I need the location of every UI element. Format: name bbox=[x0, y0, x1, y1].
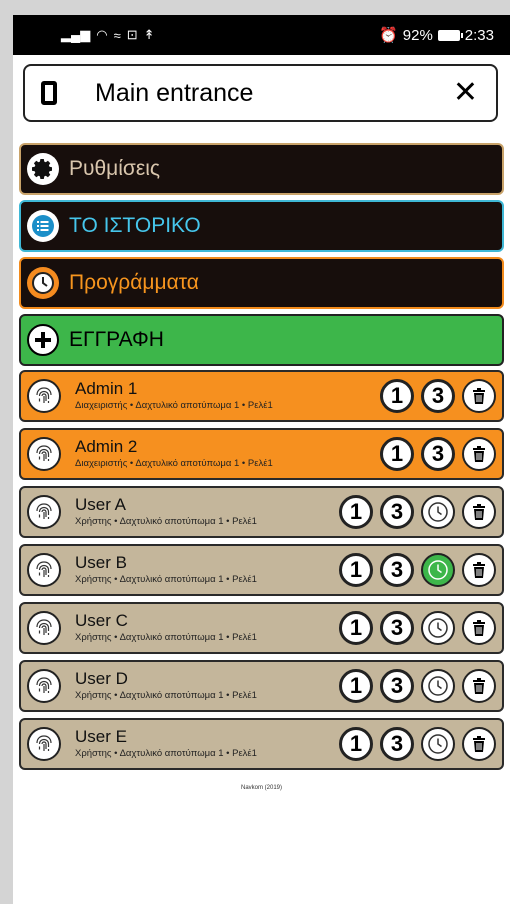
close-button[interactable]: ✕ bbox=[453, 78, 478, 108]
footer-credit: Navkom (2019) bbox=[240, 785, 282, 791]
user-actions: 13 bbox=[339, 495, 496, 529]
user-row[interactable]: Admin 2 Διαχειριστής • Δαχτυλικό αποτύπωμ… bbox=[19, 428, 504, 480]
button-1[interactable]: 1 bbox=[380, 437, 414, 471]
list-icon bbox=[27, 210, 59, 242]
phone-screen: ▂▄▆ ◠ ≈ ⊡ ↟ ⏰ 92% 2:33 Main entrance ✕ Ρ… bbox=[13, 15, 510, 904]
user-row[interactable]: User D Χρήστης • Δαχτυλικό αποτύπωμα 1 • … bbox=[19, 660, 504, 712]
button-1[interactable]: 1 bbox=[380, 379, 414, 413]
signal-icon: ▂▄▆ bbox=[61, 27, 91, 42]
button-3[interactable]: 3 bbox=[380, 669, 414, 703]
settings-label: Ρυθμίσεις bbox=[69, 157, 161, 180]
user-name: User D bbox=[75, 669, 128, 688]
user-info: User E Χρήστης • Δαχτυλικό αποτύπωμα 1 • … bbox=[75, 727, 339, 761]
schedule-clock-icon[interactable] bbox=[421, 495, 455, 529]
button-3[interactable]: 3 bbox=[421, 437, 455, 471]
schedule-clock-icon[interactable] bbox=[421, 669, 455, 703]
trash-icon[interactable] bbox=[462, 495, 496, 529]
user-info: User A Χρήστης • Δαχτυλικό αποτύπωμα 1 • … bbox=[75, 495, 339, 529]
user-name: User A bbox=[75, 495, 127, 514]
schedule-clock-icon[interactable] bbox=[421, 727, 455, 761]
fingerprint-icon bbox=[27, 727, 61, 761]
button-3[interactable]: 3 bbox=[380, 553, 414, 587]
user-info: User D Χρήστης • Δαχτυλικό αποτύπωμα 1 • … bbox=[75, 669, 339, 703]
user-name: Admin 1 bbox=[75, 379, 138, 398]
wifi-icon: ◠ bbox=[96, 27, 108, 42]
user-details: Χρήστης • Δαχτυλικό αποτύπωμα 1 • Ρελέ1 bbox=[75, 516, 257, 527]
status-icons: ▂▄▆ ◠ ≈ ⊡ ↟ bbox=[61, 27, 155, 43]
plus-icon bbox=[27, 324, 59, 356]
clock-icon bbox=[27, 267, 59, 299]
fingerprint-icon bbox=[27, 437, 61, 471]
trash-icon[interactable] bbox=[462, 727, 496, 761]
fingerprint-icon bbox=[27, 553, 61, 587]
button-1[interactable]: 1 bbox=[339, 553, 373, 587]
user-info: User C Χρήστης • Δαχτυλικό αποτύπωμα 1 • … bbox=[75, 611, 339, 645]
button-1[interactable]: 1 bbox=[339, 495, 373, 529]
car-icon: ⊡ bbox=[126, 27, 138, 42]
user-row[interactable]: User B Χρήστης • Δαχτυλικό αποτύπωμα 1 • … bbox=[19, 544, 504, 596]
trash-icon[interactable] bbox=[462, 611, 496, 645]
button-1[interactable]: 1 bbox=[339, 611, 373, 645]
schedule-clock-icon[interactable] bbox=[421, 553, 455, 587]
trash-icon[interactable] bbox=[462, 669, 496, 703]
settings-button[interactable]: Ρυθμίσεις bbox=[19, 143, 504, 195]
history-label: ΤΟ ΙΣΤΟΡΙΚΟ bbox=[69, 214, 201, 237]
button-3[interactable]: 3 bbox=[380, 495, 414, 529]
trash-icon[interactable] bbox=[462, 553, 496, 587]
user-actions: 13 bbox=[339, 727, 496, 761]
schedule-clock-icon[interactable] bbox=[421, 611, 455, 645]
button-3[interactable]: 3 bbox=[380, 727, 414, 761]
user-details: Χρήστης • Δαχτυλικό αποτύπωμα 1 • Ρελέ1 bbox=[75, 690, 257, 701]
user-name: User E bbox=[75, 727, 127, 746]
sync-icon: ≈ bbox=[113, 27, 121, 43]
user-row[interactable]: User A Χρήστης • Δαχτυλικό αποτύπωμα 1 • … bbox=[19, 486, 504, 538]
user-row[interactable]: User C Χρήστης • Δαχτυλικό αποτύπωμα 1 • … bbox=[19, 602, 504, 654]
user-details: Χρήστης • Δαχτυλικό αποτύπωμα 1 • Ρελέ1 bbox=[75, 748, 257, 759]
page-title: Main entrance bbox=[95, 78, 254, 107]
status-bar: ▂▄▆ ◠ ≈ ⊡ ↟ ⏰ 92% 2:33 bbox=[13, 15, 510, 55]
user-details: Διαχειριστής • Δαχτυλικό αποτύπωμα 1 • Ρ… bbox=[75, 400, 273, 411]
trash-icon[interactable] bbox=[462, 379, 496, 413]
user-details: Χρήστης • Δαχτυλικό αποτύπωμα 1 • Ρελέ1 bbox=[75, 632, 257, 643]
button-3[interactable]: 3 bbox=[421, 379, 455, 413]
trash-icon[interactable] bbox=[462, 437, 496, 471]
user-info: Admin 2 Διαχειριστής • Δαχτυλικό αποτύπωμ… bbox=[75, 437, 380, 471]
user-actions: 13 bbox=[339, 669, 496, 703]
user-row[interactable]: User E Χρήστης • Δαχτυλικό αποτύπωμα 1 • … bbox=[19, 718, 504, 770]
fingerprint-icon bbox=[27, 379, 61, 413]
history-button[interactable]: ΤΟ ΙΣΤΟΡΙΚΟ bbox=[19, 200, 504, 252]
user-details: Χρήστης • Δαχτυλικό αποτύπωμα 1 • Ρελέ1 bbox=[75, 574, 257, 585]
user-actions: 13 bbox=[380, 437, 496, 471]
fingerprint-icon bbox=[27, 611, 61, 645]
fingerprint-icon bbox=[27, 495, 61, 529]
user-info: Admin 1 Διαχειριστής • Δαχτυλικό αποτύπωμ… bbox=[75, 379, 380, 413]
user-details: Διαχειριστής • Δαχτυλικό αποτύπωμα 1 • Ρ… bbox=[75, 458, 273, 469]
user-name: User B bbox=[75, 553, 127, 572]
fingerprint-icon bbox=[27, 669, 61, 703]
programs-label: Προγράμματα bbox=[69, 271, 199, 294]
programs-button[interactable]: Προγράμματα bbox=[19, 257, 504, 309]
battery-icon bbox=[437, 29, 463, 41]
user-name: Admin 2 bbox=[75, 437, 138, 456]
button-1[interactable]: 1 bbox=[339, 669, 373, 703]
title-bar: Main entrance ✕ bbox=[23, 64, 498, 122]
register-label: ΕΓΓΡΑΦΗ bbox=[69, 328, 164, 351]
user-actions: 13 bbox=[380, 379, 496, 413]
antenna-icon: ↟ bbox=[143, 27, 155, 42]
register-button[interactable]: ΕΓΓΡΑΦΗ bbox=[19, 314, 504, 366]
user-actions: 13 bbox=[339, 553, 496, 587]
battery-percent: 92% bbox=[402, 26, 433, 44]
gear-icon bbox=[27, 153, 59, 185]
user-actions: 13 bbox=[339, 611, 496, 645]
alarm-icon: ⏰ bbox=[379, 27, 398, 44]
button-3[interactable]: 3 bbox=[380, 611, 414, 645]
button-1[interactable]: 1 bbox=[339, 727, 373, 761]
user-name: User C bbox=[75, 611, 128, 630]
user-info: User B Χρήστης • Δαχτυλικό αποτύπωμα 1 • … bbox=[75, 553, 339, 587]
clock: 2:33 bbox=[464, 26, 494, 44]
user-row[interactable]: Admin 1 Διαχειριστής • Δαχτυλικό αποτύπωμ… bbox=[19, 370, 504, 422]
phone-icon bbox=[41, 81, 57, 105]
